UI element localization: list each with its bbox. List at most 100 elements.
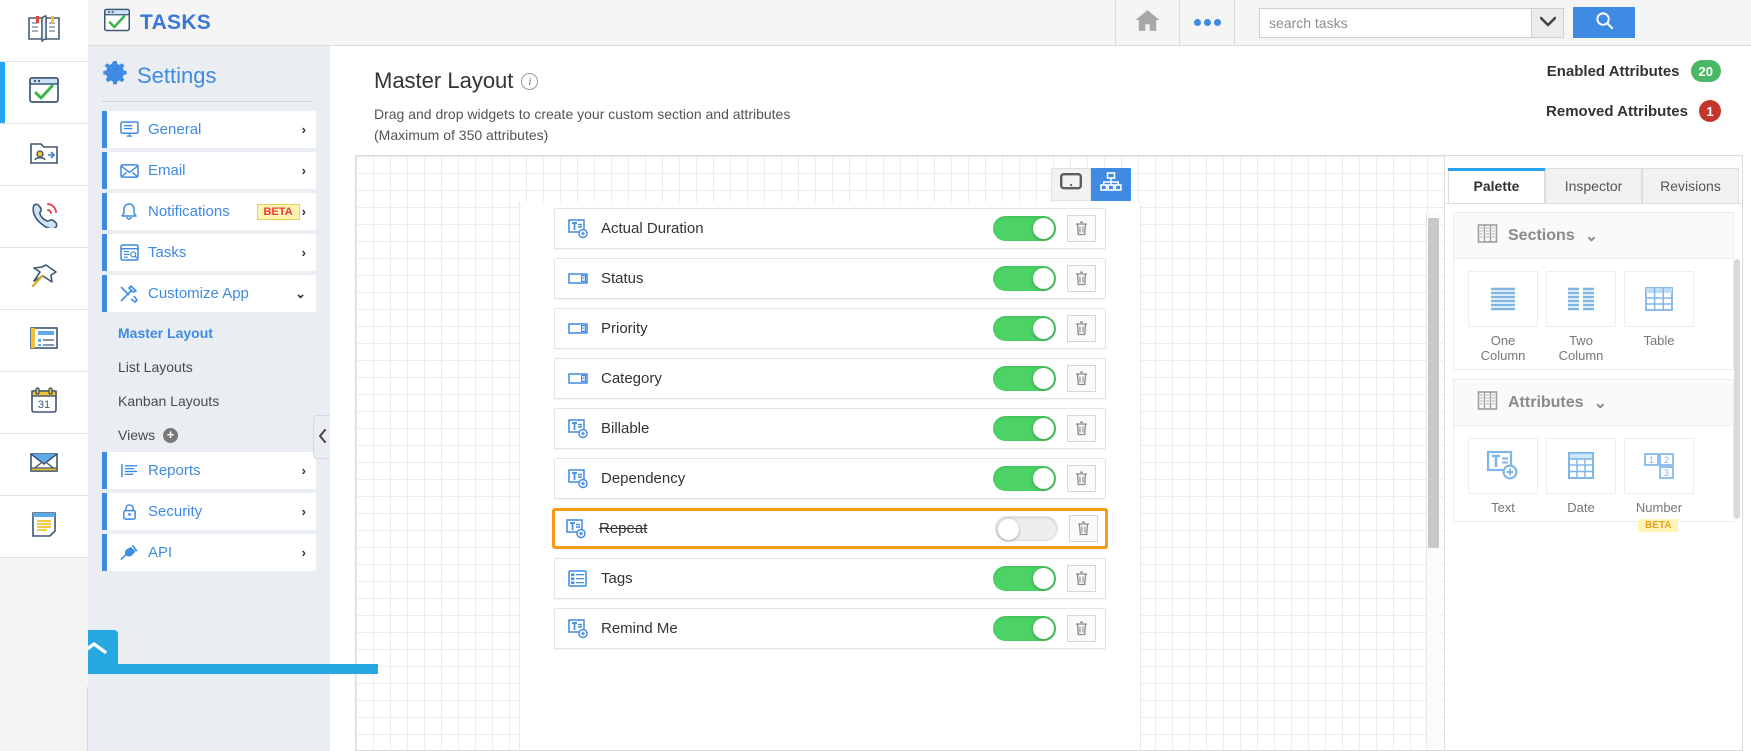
tasks-check-window-icon <box>103 7 131 38</box>
table-row[interactable]: Priority <box>554 308 1106 349</box>
view-toggle-device[interactable] <box>1051 168 1091 201</box>
table-row-selected[interactable]: Repeat <box>552 508 1108 549</box>
search-dropdown-button[interactable] <box>1531 7 1564 38</box>
palette-beta-badge: BETA <box>1638 519 1679 532</box>
delete-attribute-button[interactable] <box>1067 215 1096 242</box>
search-area <box>1259 7 1635 38</box>
settings-title: Settings <box>137 62 217 88</box>
add-view-icon[interactable]: + <box>163 427 179 443</box>
attribute-toggle[interactable] <box>993 616 1056 641</box>
palette-item-one-column[interactable]: One Column <box>1468 271 1538 363</box>
delete-attribute-button[interactable] <box>1067 465 1096 492</box>
svg-text:2: 2 <box>1664 455 1669 465</box>
sidebar-item-reports[interactable]: Reports › <box>102 452 316 489</box>
table-row[interactable]: Category <box>554 358 1106 399</box>
table-row[interactable]: Status <box>554 258 1106 299</box>
sidebar-subitem-list-layouts[interactable]: List Layouts <box>88 350 330 384</box>
info-icon[interactable]: i <box>521 72 539 90</box>
delete-attribute-button[interactable] <box>1067 265 1096 292</box>
palette-item-text[interactable]: Text <box>1468 438 1538 515</box>
home-button[interactable] <box>1115 0 1179 46</box>
table-row[interactable]: Remind Me <box>554 608 1106 649</box>
tab-inspector[interactable]: Inspector <box>1545 168 1642 203</box>
sidebar-item-security[interactable]: Security › <box>102 493 316 530</box>
sidebar-subitem-kanban-layouts[interactable]: Kanban Layouts <box>88 384 330 418</box>
attribute-toggle[interactable] <box>993 266 1056 291</box>
sidebar-item-general[interactable]: General › <box>102 111 316 148</box>
rail-item-notes[interactable] <box>0 496 88 558</box>
rail-item-mail[interactable] <box>0 434 88 496</box>
palette-item-number[interactable]: 12 3 Number BETA <box>1624 438 1694 532</box>
pushpin-icon <box>28 262 60 295</box>
home-icon <box>1134 8 1161 37</box>
palette-group-header-sections[interactable]: Sections ⌄ <box>1454 213 1733 259</box>
layout-canvas[interactable]: Actual Duration Status Priority Category… <box>356 156 1444 750</box>
rail-item-pinned[interactable] <box>0 248 88 310</box>
palette-caption-one-column: One Column <box>1480 333 1526 363</box>
palette-item-table[interactable]: Table <box>1624 271 1694 363</box>
palette-group-title-attributes: Attributes <box>1508 393 1584 411</box>
rail-item-directory[interactable] <box>0 0 88 62</box>
delete-attribute-button[interactable] <box>1067 615 1096 642</box>
toggle-knob <box>1033 268 1054 289</box>
trash-icon <box>1076 321 1087 336</box>
app-brand[interactable]: TASKS <box>88 7 1115 38</box>
sidebar-item-email[interactable]: Email › <box>102 152 316 189</box>
search-input[interactable] <box>1259 7 1531 38</box>
more-options-button[interactable] <box>1179 0 1235 46</box>
notepad-icon <box>28 510 60 543</box>
rail-item-news[interactable] <box>0 310 88 372</box>
attribute-toggle[interactable] <box>993 466 1056 491</box>
tablet-icon <box>1060 172 1083 197</box>
trash-icon <box>1078 521 1089 536</box>
main-content: Master Layout i Drag and drop widgets to… <box>330 46 1751 751</box>
delete-attribute-button[interactable] <box>1067 365 1096 392</box>
sidebar-item-tasks[interactable]: Tasks › <box>102 234 316 271</box>
table-row[interactable]: Actual Duration <box>554 208 1106 249</box>
delete-attribute-button[interactable] <box>1067 315 1096 342</box>
rail-item-tasks[interactable] <box>0 62 88 124</box>
page-subtitle: Drag and drop widgets to create your cus… <box>374 106 791 143</box>
attribute-label: Tags <box>601 570 633 587</box>
attribute-label: Dependency <box>601 470 686 487</box>
sidebar-collapse-button[interactable] <box>313 415 330 459</box>
sidebar-item-api[interactable]: API › <box>102 534 316 571</box>
attributes-icon <box>1477 390 1498 416</box>
search-submit-button[interactable] <box>1573 7 1635 38</box>
delete-attribute-button[interactable] <box>1067 565 1096 592</box>
palette-item-date[interactable]: Date <box>1546 438 1616 515</box>
delete-attribute-button[interactable] <box>1069 515 1098 542</box>
table-row[interactable]: Billable <box>554 408 1106 449</box>
envelope-icon <box>28 448 60 481</box>
attribute-toggle[interactable] <box>993 416 1056 441</box>
trash-icon <box>1076 621 1087 636</box>
delete-attribute-button[interactable] <box>1067 415 1096 442</box>
palette-group-header-attributes[interactable]: Attributes ⌄ <box>1454 380 1733 426</box>
number-123-icon: 12 3 <box>1624 438 1694 494</box>
rail-item-calendar[interactable]: 31 <box>0 372 88 434</box>
chevron-down-icon: ⌄ <box>1584 227 1599 245</box>
attribute-toggle[interactable] <box>993 216 1056 241</box>
canvas-vertical-scrollbar[interactable] <box>1428 218 1439 548</box>
attribute-toggle[interactable] <box>993 366 1056 391</box>
table-row[interactable]: Dependency <box>554 458 1106 499</box>
sidebar-item-customize-app[interactable]: Customize App ⌄ <box>102 275 316 312</box>
calendar-31-icon: 31 <box>28 386 60 419</box>
counter-value-enabled: 20 <box>1690 60 1721 82</box>
rail-item-contacts[interactable] <box>0 124 88 186</box>
sidebar-subitem-views[interactable]: Views + <box>88 418 330 452</box>
palette-item-two-column[interactable]: Two Column <box>1546 271 1616 363</box>
attribute-toggle[interactable] <box>993 566 1056 591</box>
dropdown-field-icon <box>568 371 590 387</box>
sidebar-item-notifications[interactable]: Notifications BETA › <box>102 193 316 230</box>
sidebar-subitem-master-layout[interactable]: Master Layout <box>88 316 330 350</box>
attribute-toggle[interactable] <box>993 316 1056 341</box>
attribute-toggle[interactable] <box>995 516 1058 541</box>
tab-revisions[interactable]: Revisions <box>1642 168 1739 203</box>
rail-item-calls[interactable] <box>0 186 88 248</box>
panel-vertical-scrollbar[interactable] <box>1734 259 1740 519</box>
table-row[interactable]: Tags <box>554 558 1106 599</box>
view-toggle-structure[interactable] <box>1091 168 1131 201</box>
tab-palette[interactable]: Palette <box>1448 168 1545 203</box>
palette-body: Sections ⌄ One Column Two Column Table A… <box>1445 203 1742 750</box>
